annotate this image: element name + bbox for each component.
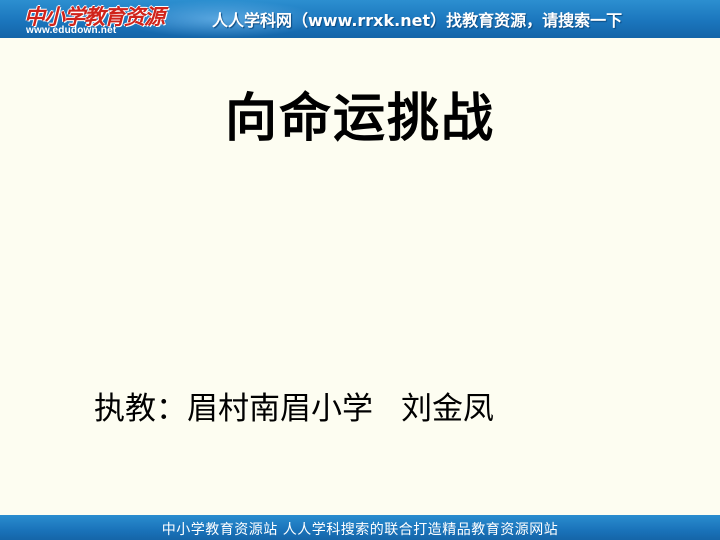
bottom-banner: 中小学教育资源站 人人学科搜索的联合打造精品教育资源网站 [0,515,720,540]
slide-byline: 执教：眉村南眉小学 刘金凤 [94,383,494,428]
banner-slogan: 人人学科网（www.rrxk.net）找教育资源，请搜索一下 [212,11,623,30]
byline-label: 执教：眉村南眉小学 [94,391,373,427]
slide-title: 向命运挑战 [224,89,495,149]
top-banner: 中小学教育资源 www.edudown.net 人人学科网（www.rrxk.n… [0,0,720,38]
teacher-name: 刘金凤 [401,391,494,427]
logo-url: www.edudown.net [26,25,117,36]
footer-text: 中小学教育资源站 人人学科搜索的联合打造精品教育资源网站 [161,522,559,538]
site-logo[interactable]: 中小学教育资源 www.edudown.net [6,1,165,37]
